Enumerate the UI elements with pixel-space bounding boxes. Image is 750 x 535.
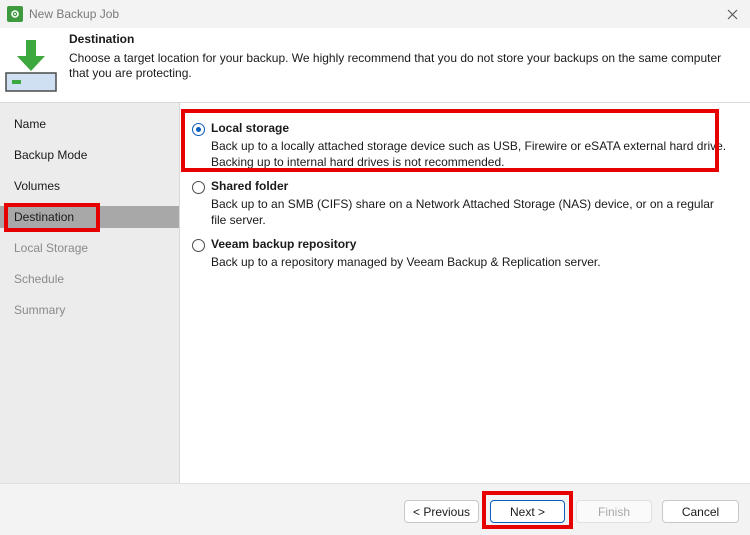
- finish-button: Finish: [576, 500, 652, 523]
- page-title: Destination: [69, 32, 135, 46]
- sidebar-item-summary: Summary: [14, 303, 66, 317]
- wizard-steps-sidebar: Name Backup Mode Volumes Destination Loc…: [0, 103, 179, 483]
- local-storage-radio[interactable]: [192, 123, 205, 136]
- destination-options: Local storage Back up to a locally attac…: [180, 103, 750, 483]
- sidebar-item-backup-mode[interactable]: Backup Mode: [0, 144, 179, 166]
- shared-folder-radio[interactable]: [192, 181, 205, 194]
- veeam-gear-icon: [7, 6, 23, 22]
- close-icon: [727, 9, 737, 19]
- sidebar-item-name[interactable]: Name: [0, 113, 179, 135]
- local-storage-description: Back up to a locally attached storage de…: [211, 139, 727, 169]
- previous-button[interactable]: < Previous: [404, 500, 479, 523]
- veeam-repository-description: Back up to a repository managed by Veeam…: [211, 255, 601, 269]
- close-button[interactable]: [714, 0, 750, 28]
- title-bar: New Backup Job: [0, 0, 750, 28]
- local-storage-label[interactable]: Local storage: [211, 121, 289, 135]
- veeam-repository-radio[interactable]: [192, 239, 205, 252]
- wizard-footer: < Previous Next > Finish Cancel: [0, 484, 750, 535]
- shared-folder-label[interactable]: Shared folder: [211, 179, 288, 193]
- shared-folder-description: Back up to an SMB (CIFS) share on a Netw…: [211, 197, 714, 227]
- page-description: Choose a target location for your backup…: [69, 51, 722, 80]
- sidebar-item-destination[interactable]: Destination: [0, 206, 179, 228]
- sidebar-item-volumes[interactable]: Volumes: [0, 175, 179, 197]
- sidebar-item-local-storage: Local Storage: [14, 241, 89, 255]
- window-title: New Backup Job: [29, 7, 120, 21]
- veeam-repository-label[interactable]: Veeam backup repository: [211, 237, 356, 251]
- wizard-header: Destination Choose a target location for…: [0, 28, 750, 102]
- cancel-button[interactable]: Cancel: [662, 500, 739, 523]
- sidebar-item-schedule: Schedule: [14, 272, 65, 286]
- next-button[interactable]: Next >: [490, 500, 565, 523]
- download-drive-icon: [5, 40, 57, 92]
